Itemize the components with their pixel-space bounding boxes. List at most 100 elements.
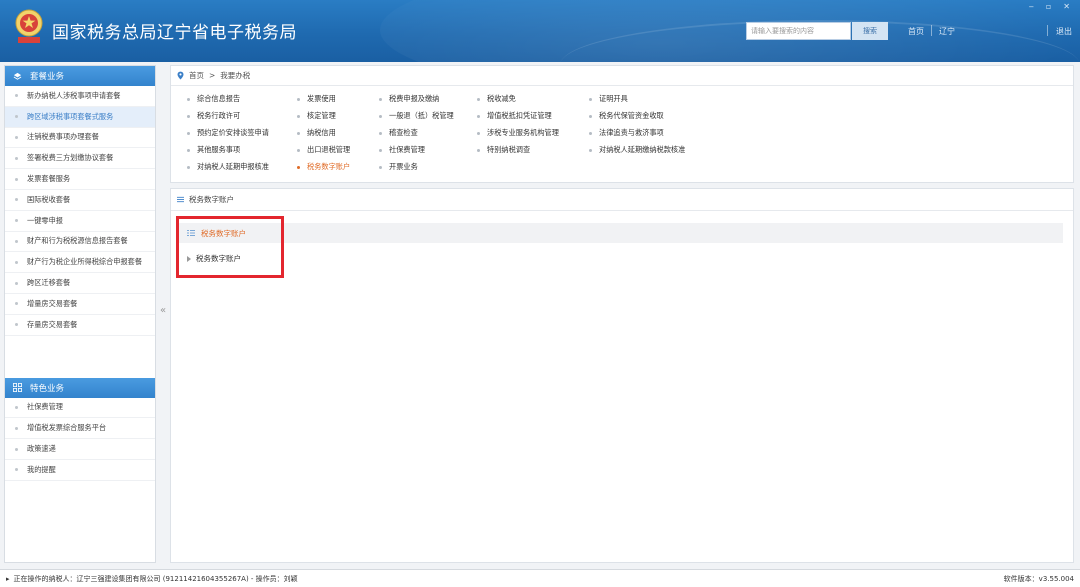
minimize-icon[interactable]: ‒ <box>1029 2 1034 11</box>
sidebar-item[interactable]: 增值税发票综合服务平台 <box>5 418 155 440</box>
sidebar-item[interactable]: 政策速递 <box>5 439 155 460</box>
service-link[interactable]: 涉税专业服务机构管理 <box>477 128 559 138</box>
service-link[interactable]: 其他服务事项 <box>187 145 240 155</box>
service-link[interactable]: 纳税信用 <box>297 128 336 138</box>
service-link-label: 开票业务 <box>389 162 418 171</box>
bullet-icon <box>379 97 382 101</box>
service-link[interactable]: 税费申报及缴纳 <box>379 94 439 104</box>
bullet-icon <box>15 239 18 243</box>
sidebar-item[interactable]: 财产和行为税税源信息报告套餐 <box>5 232 155 253</box>
service-link-label: 对纳税人延期缴纳税款核准 <box>599 145 686 154</box>
header-divider <box>931 25 932 36</box>
service-link[interactable]: 特别纳税调查 <box>477 145 530 155</box>
tax-nav-panel: 首页 > 我要办税 综合信息报告 税务行政许可 预约定价安排谈签申请 其他服务事项 对纳… <box>170 65 1074 183</box>
bullet-icon <box>477 114 480 118</box>
content-panel: 税务数字账户 税务数字账户 税务数字账户 <box>170 188 1074 563</box>
section-title-label: 特色业务 <box>30 383 65 394</box>
service-link[interactable]: 对纳税人延期申报核准 <box>187 162 269 172</box>
service-link[interactable]: 税收减免 <box>477 94 516 104</box>
sidebar-item[interactable]: 财产行为税企业所得税综合申报套餐 <box>5 252 155 274</box>
breadcrumb-home[interactable]: 首页 <box>189 70 204 81</box>
service-link[interactable]: 证明开具 <box>589 94 628 104</box>
bullet-icon <box>589 148 592 152</box>
bullet-icon <box>187 97 190 101</box>
tree-group-header[interactable]: 税务数字账户 <box>179 223 1063 243</box>
service-link-label: 增值税抵扣凭证管理 <box>487 111 552 120</box>
maximize-icon[interactable]: ▫ <box>1046 2 1051 11</box>
service-link[interactable]: 预约定价安排谈签申请 <box>187 128 269 138</box>
service-link[interactable]: 出口退税管理 <box>297 145 350 155</box>
service-link-label: 税收减免 <box>487 94 516 103</box>
annotation-highlight-box <box>176 216 284 278</box>
section-title-package[interactable]: 套餐业务 <box>5 66 155 86</box>
bullet-icon <box>187 165 190 169</box>
bullet-icon <box>297 131 300 135</box>
search-input[interactable]: 请输入要搜索的内容 <box>746 22 851 40</box>
sidebar-item-label: 财产行为税企业所得税综合申报套餐 <box>27 257 143 267</box>
home-link[interactable]: 首页 <box>908 26 924 37</box>
logout-link[interactable]: 退出 <box>1056 26 1072 37</box>
service-link-label: 证明开具 <box>599 94 628 103</box>
bullet-icon <box>15 281 18 285</box>
sidebar-item[interactable]: 存量房交易套餐 <box>5 315 155 336</box>
sidebar-item[interactable]: 一键零申报 <box>5 211 155 232</box>
bullet-icon <box>379 131 382 135</box>
service-link[interactable]: 社保费管理 <box>379 145 425 155</box>
service-link-label: 法律追责与救济事项 <box>599 128 664 137</box>
sidebar-item-label: 发票套餐服务 <box>27 174 71 184</box>
service-link-label: 综合信息报告 <box>197 94 241 103</box>
sidebar-item-label: 国际税收套餐 <box>27 194 71 204</box>
service-link[interactable]: 税务代保管资金收取 <box>589 111 664 121</box>
sidebar-item[interactable]: 新办纳税人涉税事项申请套餐 <box>5 86 155 107</box>
header-divider <box>1047 25 1048 36</box>
sidebar-item-label: 新办纳税人涉税事项申请套餐 <box>27 90 121 100</box>
service-link[interactable]: 税务数字账户 <box>297 162 350 172</box>
bullet-icon <box>15 468 18 472</box>
service-link[interactable]: 一般退（抵）税管理 <box>379 111 454 121</box>
service-link[interactable]: 综合信息报告 <box>187 94 240 104</box>
section-title-special[interactable]: 特色业务 <box>5 377 155 398</box>
service-link[interactable]: 税务行政许可 <box>187 111 240 121</box>
sidebar-item[interactable]: 发票套餐服务 <box>5 169 155 190</box>
sidebar-item[interactable]: 国际税收套餐 <box>5 190 155 211</box>
version-text: 软件版本：v3.55.004 <box>1003 574 1074 583</box>
bullet-icon <box>477 97 480 101</box>
bullet-icon <box>15 156 18 160</box>
layers-icon <box>13 72 22 80</box>
bullet-icon <box>589 131 592 135</box>
service-link[interactable]: 发票使用 <box>297 94 336 104</box>
sidebar-item-label: 增量房交易套餐 <box>27 298 78 308</box>
status-text: 正在操作的纳税人：辽宁三强建设集团有限公司 (91211421604355267… <box>13 574 298 583</box>
sidebar-item[interactable]: 注销税费事项办理套餐 <box>5 128 155 149</box>
close-icon[interactable]: ✕ <box>1063 2 1070 11</box>
bullet-icon <box>15 405 18 409</box>
sidebar-item[interactable]: 跨区域涉税事项套餐式服务 <box>5 106 155 128</box>
service-link[interactable]: 对纳税人延期缴纳税款核准 <box>589 145 685 155</box>
package-menu-list: 新办纳税人涉税事项申请套餐跨区域涉税事项套餐式服务 注销税费事项办理套餐 签署税费三… <box>5 86 155 336</box>
special-menu-list: 社保费管理 增值税发票综合服务平台 政策速递 我的提醒 <box>5 398 155 481</box>
region-link[interactable]: 辽宁 <box>939 26 955 37</box>
window-controls: ‒ ▫ ✕ <box>1029 2 1070 11</box>
service-link-label: 预约定价安排谈签申请 <box>197 128 269 137</box>
service-link-label: 税务代保管资金收取 <box>599 111 664 120</box>
service-link[interactable]: 增值税抵扣凭证管理 <box>477 111 552 121</box>
sidebar-item[interactable]: 跨区迁移套餐 <box>5 273 155 294</box>
section-title-label: 套餐业务 <box>30 72 65 82</box>
service-link[interactable]: 开票业务 <box>379 162 418 172</box>
service-link[interactable]: 稽查检查 <box>379 128 418 138</box>
sidebar: 套餐业务 新办纳税人涉税事项申请套餐跨区域涉税事项套餐式服务 注销税费事项办理套餐… <box>4 65 156 563</box>
collapse-sidebar-icon[interactable]: « <box>160 305 166 316</box>
sidebar-item[interactable]: 我的提醒 <box>5 460 155 481</box>
sidebar-item[interactable]: 增量房交易套餐 <box>5 294 155 315</box>
search-button[interactable]: 搜索 <box>852 22 888 40</box>
bullet-icon <box>187 131 190 135</box>
service-link[interactable]: 核定管理 <box>297 111 336 121</box>
service-link-label: 纳税信用 <box>307 128 336 137</box>
sidebar-item[interactable]: 社保费管理 <box>5 398 155 419</box>
service-link-label: 发票使用 <box>307 94 336 103</box>
service-link[interactable]: 法律追责与救济事项 <box>589 128 664 138</box>
service-link-label: 涉税专业服务机构管理 <box>487 128 559 137</box>
status-arrow-icon: ▸ <box>6 574 10 583</box>
sidebar-item[interactable]: 签署税费三方划缴协议套餐 <box>5 148 155 170</box>
